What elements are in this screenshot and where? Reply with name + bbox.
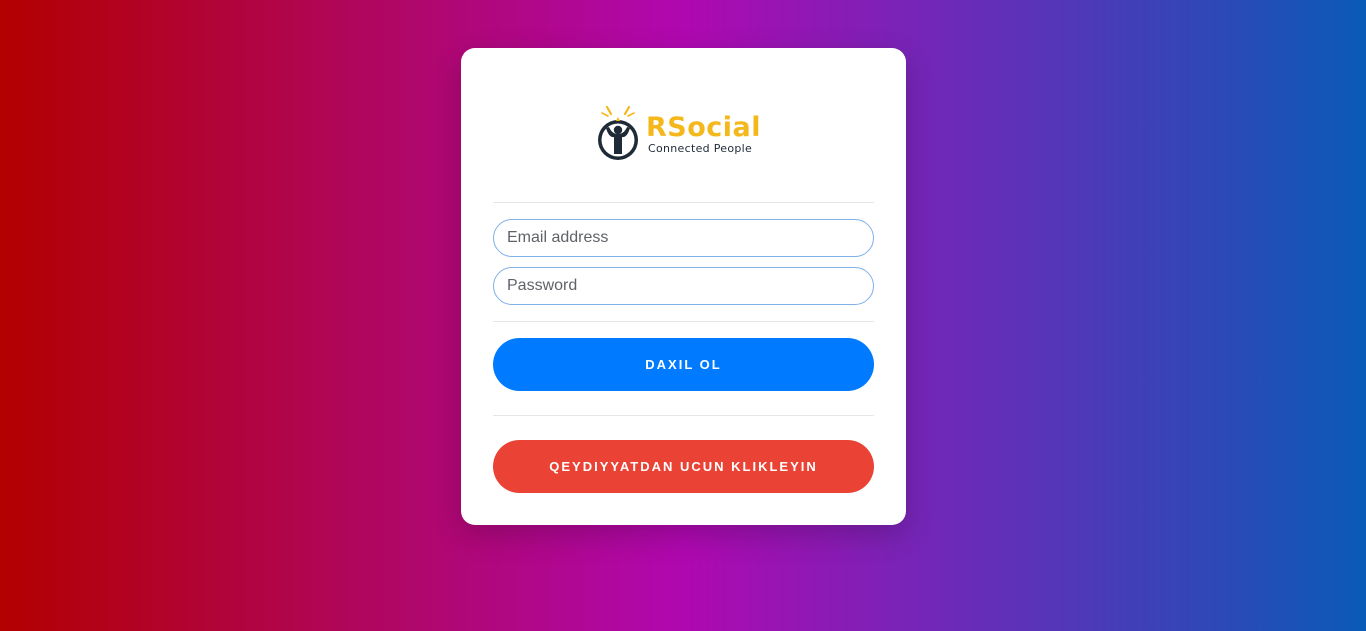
- logo-name: RSocial: [646, 111, 762, 143]
- app-logo: RSocial Connected People: [594, 104, 774, 164]
- login-card: RSocial Connected People DAXIL OL QEYDIY…: [461, 48, 906, 525]
- login-button[interactable]: DAXIL OL: [493, 338, 874, 391]
- divider: [493, 321, 874, 322]
- logo-tagline: Connected People: [648, 141, 753, 155]
- divider: [493, 202, 874, 203]
- register-button[interactable]: QEYDIYYATDAN UCUN KLIKLEYIN: [493, 440, 874, 493]
- email-field[interactable]: [493, 219, 874, 257]
- divider: [493, 415, 874, 416]
- password-field[interactable]: [493, 267, 874, 305]
- logo-person-icon: [598, 105, 638, 160]
